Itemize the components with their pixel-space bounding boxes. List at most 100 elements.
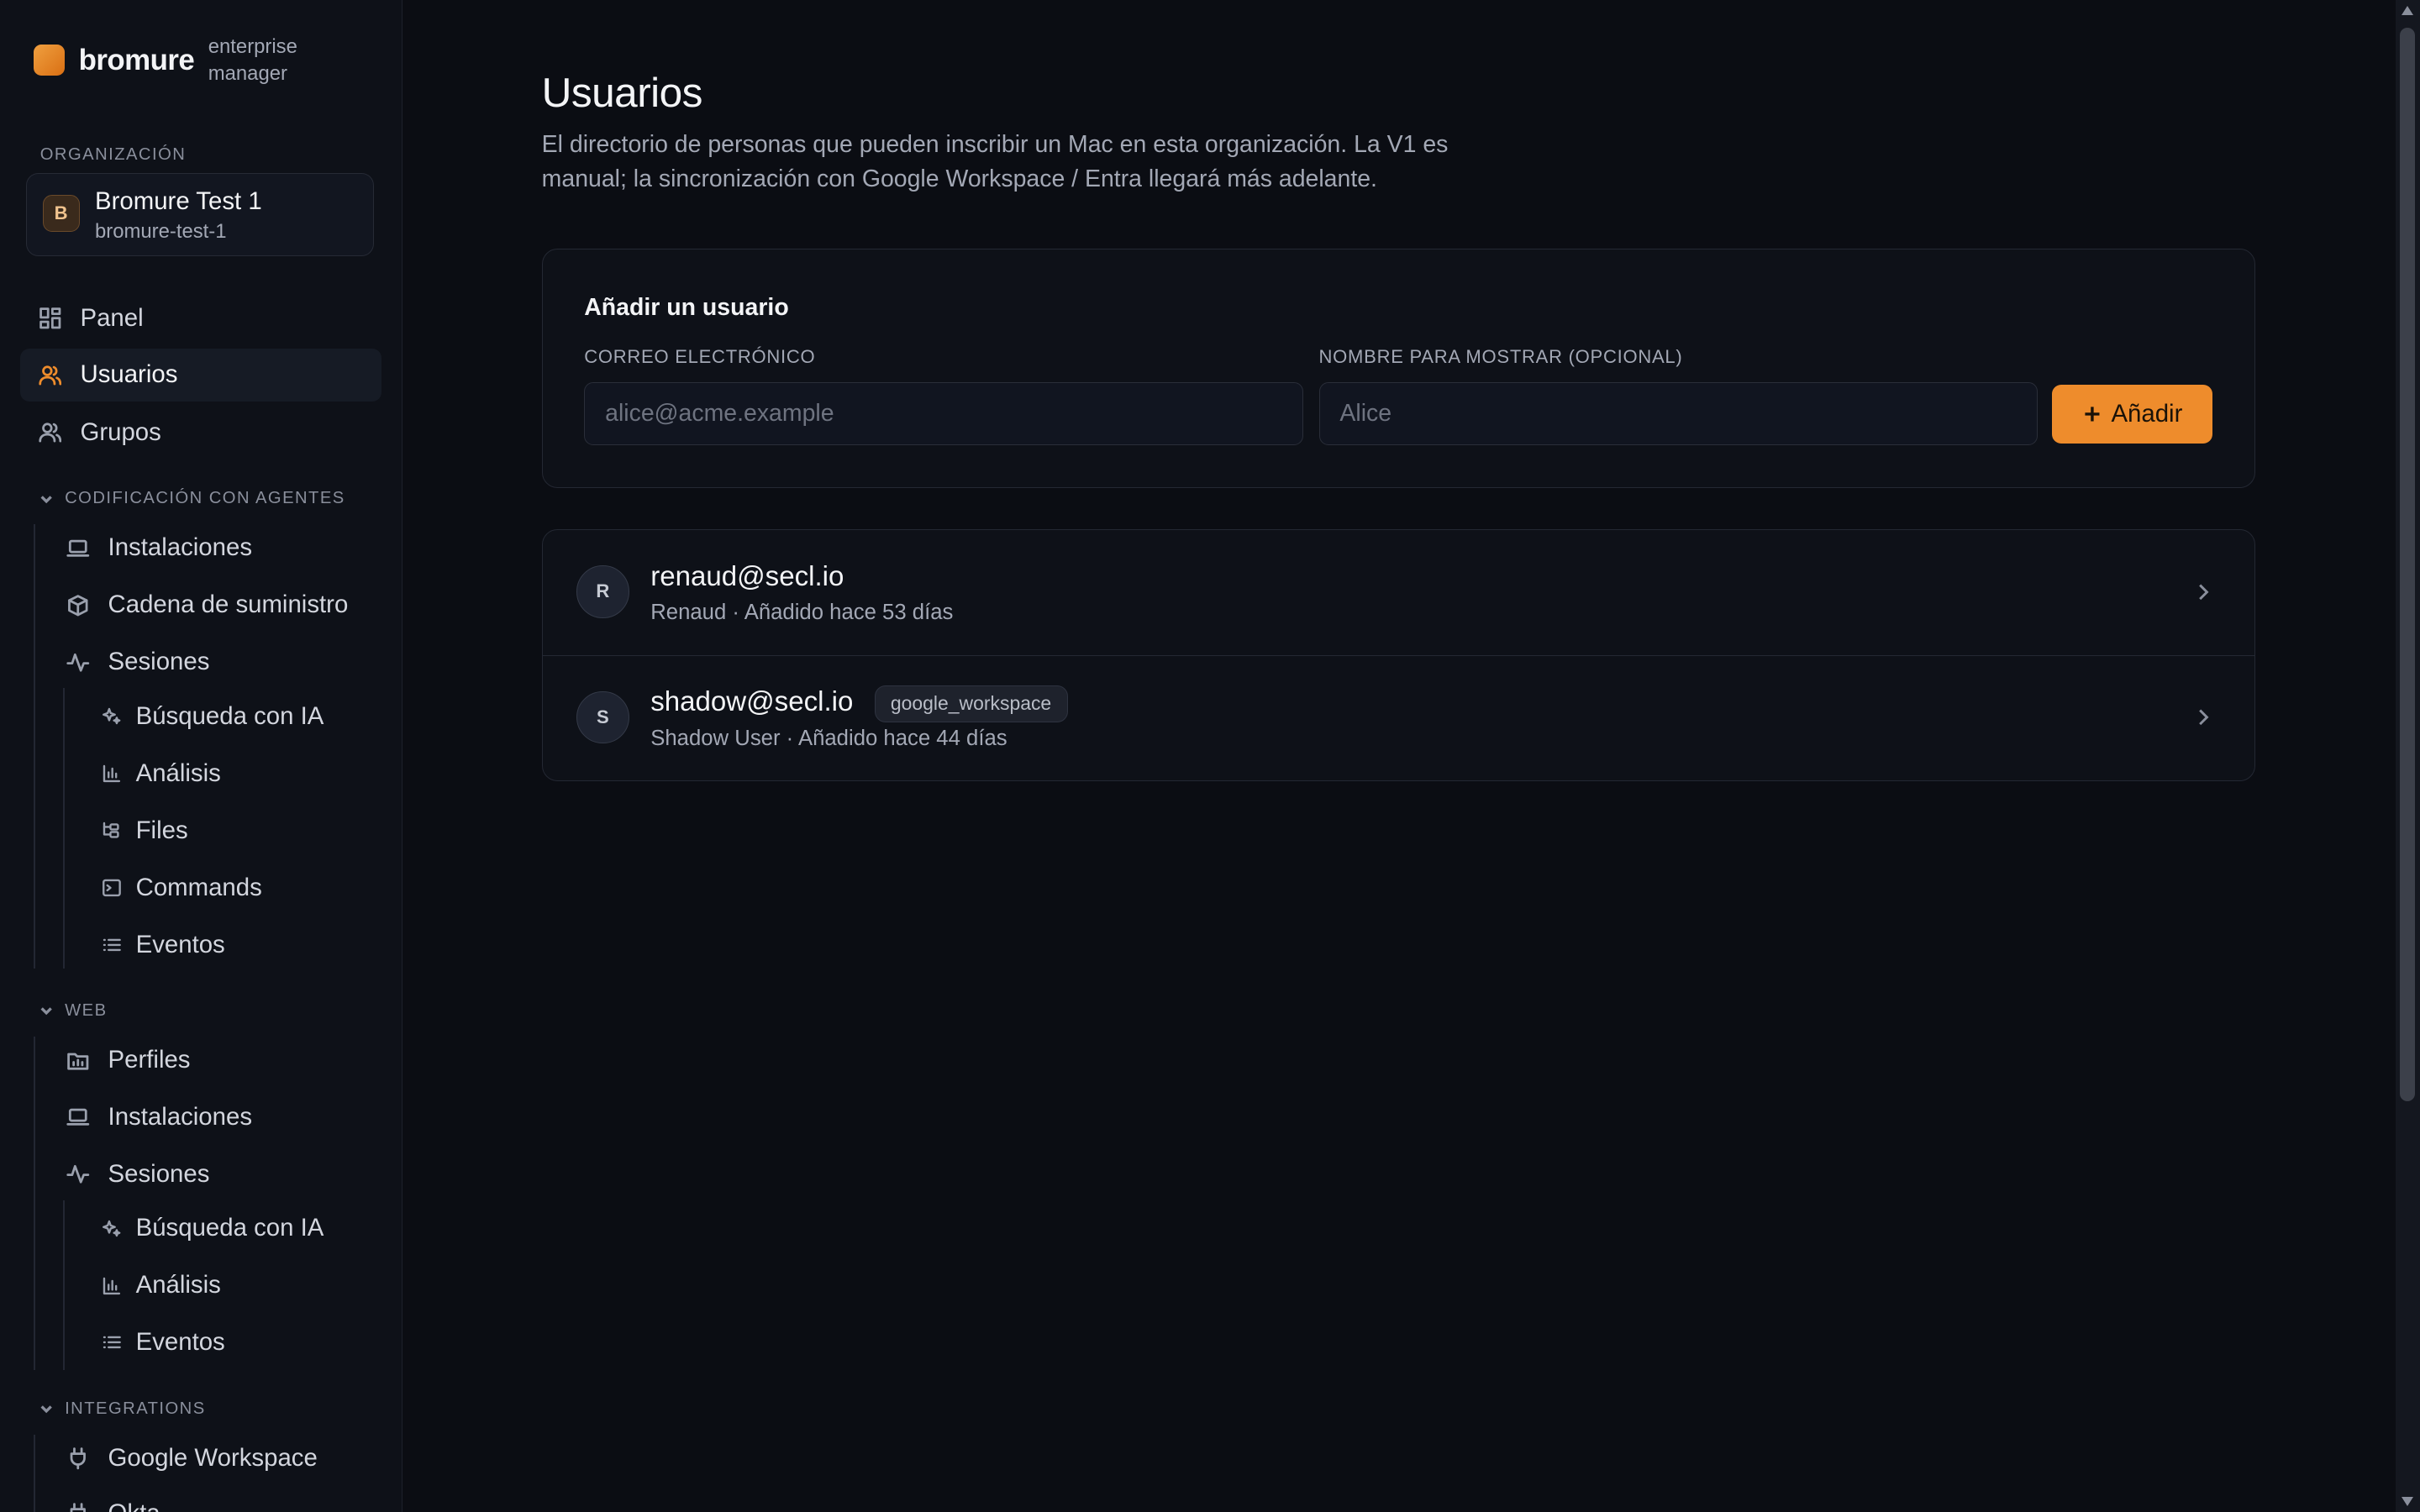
sidebar-item-usuarios[interactable]: Usuarios — [19, 349, 381, 402]
user-meta: Renaud · Añadido hace 53 días — [650, 601, 954, 625]
tree-line — [34, 524, 36, 969]
sidebar-item-panel[interactable]: Panel — [39, 304, 144, 333]
scrollbar[interactable] — [2395, 0, 2420, 1512]
sidebar-item-coding-busqueda[interactable]: Búsqueda con IA — [102, 702, 324, 731]
sidebar-item-label: Files — [135, 816, 188, 844]
add-user-card: Añadir un usuario CORREO ELECTRÓNICO NOM… — [541, 248, 2255, 488]
org-section-label: ORGANIZACIÓN — [39, 144, 187, 164]
sidebar-item-label: Análisis — [135, 1271, 221, 1299]
sidebar-item-google-workspace[interactable]: Google Workspace — [66, 1444, 318, 1473]
group-icon — [39, 423, 62, 443]
list-item[interactable]: S shadow@secl.io google_workspace Shadow… — [542, 654, 2254, 780]
add-user-title: Añadir un usuario — [584, 293, 789, 321]
group-header-label: WEB — [65, 1001, 108, 1021]
group-header-label: INTEGRATIONS — [65, 1399, 206, 1418]
org-name: Bromure Test 1 — [95, 187, 262, 216]
sidebar-item-label: Perfiles — [108, 1046, 191, 1074]
user-email: renaud@secl.io — [650, 560, 844, 592]
page-description: El directorio de personas que pueden ins… — [541, 131, 1449, 192]
chevron-down-icon — [40, 1007, 52, 1016]
group-header-integrations[interactable]: INTEGRATIONS — [39, 1399, 206, 1419]
sidebar-item-label: Commands — [135, 873, 262, 901]
brand[interactable]: bromure enterprise manager — [34, 34, 316, 86]
sidebar-item-label: Cadena de suministro — [108, 591, 349, 619]
sidebar-item-label: Sesiones — [108, 1160, 210, 1189]
bar-chart-icon — [103, 764, 121, 782]
group-header-coding[interactable]: CODIFICACIÓN CON AGENTES — [39, 489, 345, 508]
plug-icon — [70, 1503, 86, 1512]
sidebar-item-web-analisis[interactable]: Análisis — [102, 1271, 221, 1299]
scrollbar-thumb[interactable] — [2400, 28, 2416, 1102]
sidebar-item-label: Instalaciones — [108, 533, 253, 562]
tree-line — [63, 688, 66, 969]
display-name-field[interactable] — [1318, 381, 2039, 445]
sidebar-item-label: Okta — [108, 1499, 160, 1512]
sidebar-item-label: Instalaciones — [108, 1103, 253, 1131]
sidebar-item-label: Eventos — [135, 930, 225, 958]
scroll-up-icon[interactable] — [2401, 6, 2413, 16]
sparkles-icon — [103, 1220, 121, 1236]
sidebar-item-coding-eventos[interactable]: Eventos — [102, 931, 225, 959]
scroll-down-icon[interactable] — [2401, 1496, 2413, 1506]
sidebar-item-cadena[interactable]: Cadena de suministro — [66, 591, 348, 619]
terminal-icon — [103, 879, 122, 896]
laptop-icon — [66, 1109, 90, 1126]
chevron-down-icon — [40, 1405, 52, 1414]
bar-chart-icon — [103, 1277, 121, 1294]
user-email: shadow@secl.io — [650, 686, 854, 718]
sidebar-item-web-eventos[interactable]: Eventos — [102, 1328, 225, 1357]
sidebar-item-coding-sesiones[interactable]: Sesiones — [66, 648, 209, 676]
list-icon — [103, 1336, 122, 1349]
laptop-icon — [66, 539, 90, 557]
org-switcher[interactable]: B Bromure Test 1 bromure-test-1 — [26, 172, 374, 257]
page-title: Usuarios — [541, 68, 703, 116]
dashboard-icon — [39, 307, 61, 329]
chevron-down-icon — [40, 495, 52, 503]
sidebar-item-label: Google Workspace — [108, 1444, 318, 1473]
source-badge: google_workspace — [874, 685, 1068, 722]
sidebar-item-commands[interactable]: Commands — [102, 874, 262, 902]
list-item[interactable]: R renaud@secl.io Renaud · Añadido hace 5… — [543, 530, 2254, 655]
sidebar-item-perfiles[interactable]: Perfiles — [66, 1046, 191, 1074]
tree-line — [34, 1037, 36, 1370]
brand-subtitle: enterprise manager — [208, 35, 297, 85]
brand-name: bromure — [78, 43, 195, 76]
sidebar-item-coding-analisis[interactable]: Análisis — [102, 759, 221, 788]
user-list: R renaud@secl.io Renaud · Añadido hace 5… — [541, 528, 2255, 781]
users-icon — [39, 365, 62, 386]
plus-icon — [2084, 407, 2100, 422]
file-tree-icon — [103, 822, 119, 838]
sidebar-item-label: Búsqueda con IA — [135, 1214, 324, 1242]
sidebar-item-web-sesiones[interactable]: Sesiones — [66, 1160, 209, 1189]
sidebar-item-coding-instalaciones[interactable]: Instalaciones — [66, 533, 252, 562]
sidebar-item-okta[interactable]: Okta — [66, 1499, 160, 1512]
activity-icon — [66, 1165, 90, 1184]
org-slug: bromure-test-1 — [95, 219, 227, 243]
email-label: CORREO ELECTRÓNICO — [584, 346, 816, 368]
chevron-right-icon — [2199, 584, 2209, 600]
list-icon — [103, 938, 122, 951]
activity-icon — [66, 653, 90, 672]
folder-icon — [67, 1053, 89, 1070]
package-icon — [68, 594, 88, 617]
chevron-right-icon — [2199, 709, 2209, 726]
tree-line — [34, 1435, 36, 1512]
sidebar-item-label: Eventos — [135, 1328, 225, 1357]
sparkles-icon — [103, 707, 121, 724]
org-avatar: B — [42, 195, 80, 233]
tree-line — [63, 1200, 66, 1370]
group-header-label: CODIFICACIÓN CON AGENTES — [65, 489, 345, 508]
sidebar-item-grupos[interactable]: Grupos — [39, 418, 161, 447]
sidebar-item-label: Sesiones — [108, 648, 210, 676]
bromure-logo-icon — [34, 45, 66, 76]
avatar: R — [576, 565, 629, 618]
plug-icon — [70, 1447, 86, 1470]
sidebar-item-web-instalaciones[interactable]: Instalaciones — [66, 1103, 252, 1131]
sidebar-item-web-busqueda[interactable]: Búsqueda con IA — [102, 1214, 324, 1242]
sidebar-item-label: Grupos — [80, 417, 161, 446]
add-button-label: Añadir — [2111, 400, 2183, 428]
email-field[interactable] — [584, 381, 1304, 445]
add-user-button[interactable]: Añadir — [2051, 385, 2212, 444]
group-header-web[interactable]: WEB — [39, 1001, 108, 1021]
sidebar-item-files[interactable]: Files — [102, 816, 188, 845]
